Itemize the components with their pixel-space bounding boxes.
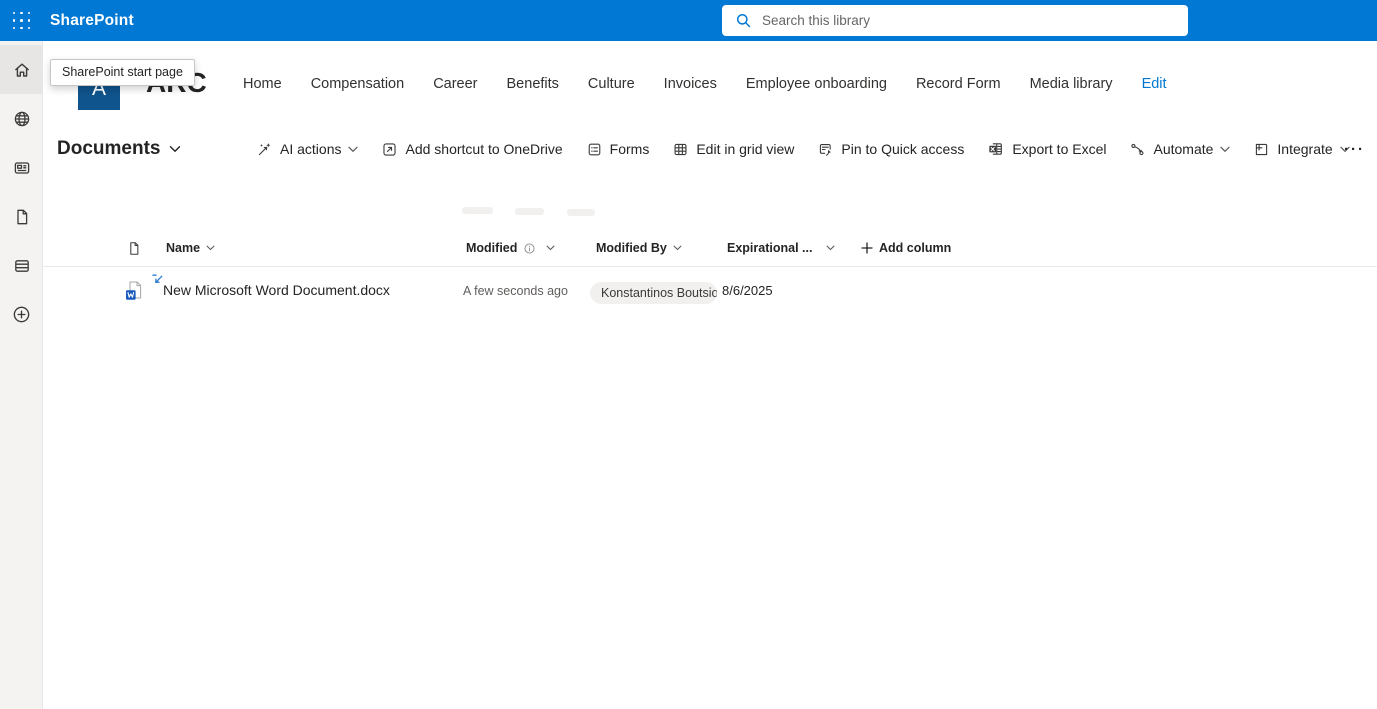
command-label: Automate	[1153, 141, 1214, 157]
nav-item-home[interactable]: Home	[243, 76, 282, 92]
rail-item-my-sites[interactable]	[0, 94, 43, 143]
person-name: Konstantinos Boutsiou	[601, 286, 717, 300]
rail-item-lists[interactable]	[0, 241, 43, 290]
home-icon	[12, 60, 32, 80]
chevron-down-icon	[1220, 146, 1231, 152]
info-icon	[524, 242, 535, 254]
create-plus-icon	[11, 304, 32, 325]
pin-quick-access-button[interactable]: Pin to Quick access	[817, 141, 964, 158]
nav-item-employee-onboarding[interactable]: Employee onboarding	[746, 76, 887, 92]
command-label: Add shortcut to OneDrive	[405, 141, 563, 157]
forms-button[interactable]: Forms	[586, 141, 650, 158]
tooltip-sharepoint-start-page: SharePoint start page	[50, 59, 195, 86]
document-icon	[12, 207, 32, 227]
rail-item-news[interactable]	[0, 143, 43, 192]
chevron-down-icon	[826, 245, 835, 251]
chevron-down-icon	[546, 245, 555, 251]
name-column-header[interactable]: Name	[166, 229, 215, 267]
lists-icon	[12, 256, 32, 276]
add-shortcut-onedrive-button[interactable]: Add shortcut to OneDrive	[381, 141, 563, 158]
command-label: Edit in grid view	[696, 141, 795, 157]
modified-value: A few seconds ago	[463, 284, 568, 298]
automate-icon	[1129, 141, 1146, 158]
expirational-value: 8/6/2025	[722, 283, 773, 298]
command-menu: AI actions Add shortcut to OneDrive Form…	[256, 127, 1350, 171]
news-icon	[12, 158, 32, 178]
rail-item-home[interactable]	[0, 45, 43, 94]
file-name[interactable]: New Microsoft Word Document.docx	[163, 282, 390, 298]
nav-item-invoices[interactable]: Invoices	[664, 76, 717, 92]
nav-item-compensation[interactable]: Compensation	[311, 76, 405, 92]
edit-grid-view-button[interactable]: Edit in grid view	[672, 141, 794, 158]
library-title: Documents	[57, 138, 161, 159]
file-type-column-header[interactable]	[126, 229, 142, 267]
document-row[interactable]: New Microsoft Word Document.docx A few s…	[43, 267, 1377, 315]
file-icon	[130, 241, 139, 255]
search-icon	[735, 12, 752, 29]
nav-item-benefits[interactable]: Benefits	[507, 76, 559, 92]
ai-sparkle-icon	[256, 141, 273, 158]
search-input[interactable]	[762, 5, 1188, 36]
globe-icon	[12, 109, 32, 129]
command-label: AI actions	[280, 141, 342, 157]
command-label: Export to Excel	[1012, 141, 1107, 157]
nav-item-culture[interactable]: Culture	[588, 76, 635, 92]
loading-pill	[567, 209, 595, 216]
nav-item-media-library[interactable]: Media library	[1030, 76, 1113, 92]
more-commands-button[interactable]: ···	[1344, 127, 1365, 171]
expirational-column-header[interactable]: Expirational ...	[727, 229, 835, 267]
sharepoint-brand-link[interactable]: SharePoint	[50, 0, 134, 41]
sharepoint-library-page: SharePoint Search this library A Home Co…	[0, 0, 1377, 709]
site-header: A ARC Home Compensation Career Benefits …	[43, 41, 1377, 127]
nav-edit-link[interactable]: Edit	[1142, 76, 1167, 92]
chevron-down-icon	[206, 245, 215, 251]
add-column-button[interactable]: Add column	[861, 229, 951, 267]
library-search-box[interactable]	[722, 5, 1188, 36]
nav-item-career[interactable]: Career	[433, 76, 477, 92]
integrate-icon	[1253, 141, 1270, 158]
modified-by-column-header[interactable]: Modified By	[596, 229, 682, 267]
pin-icon	[817, 141, 834, 158]
loading-pill	[462, 207, 493, 214]
rail-item-pages[interactable]	[0, 192, 43, 241]
library-title-dropdown[interactable]: Documents	[57, 127, 181, 171]
word-file-icon	[123, 280, 144, 302]
automate-button[interactable]: Automate	[1129, 141, 1231, 158]
rail-item-create[interactable]	[0, 290, 43, 339]
ai-actions-button[interactable]: AI actions	[256, 141, 359, 158]
plus-icon	[861, 242, 873, 254]
document-list-header: Name Modified Modified By Expirational .…	[43, 229, 1377, 267]
waffle-icon	[12, 11, 32, 31]
command-label: Integrate	[1277, 141, 1333, 157]
chevron-down-icon	[673, 245, 682, 251]
nav-item-record-form[interactable]: Record Form	[916, 76, 1001, 92]
command-label: Pin to Quick access	[841, 141, 965, 157]
forms-icon	[586, 141, 603, 158]
loading-pill	[515, 208, 544, 215]
add-shortcut-icon	[381, 141, 398, 158]
left-app-rail	[0, 41, 43, 709]
chevron-down-icon	[170, 146, 181, 152]
site-navigation: Home Compensation Career Benefits Cultur…	[243, 41, 1167, 127]
chevron-down-icon	[348, 146, 359, 152]
modified-by-person-pill[interactable]: Konstantinos Boutsiou	[590, 282, 717, 304]
excel-icon	[987, 140, 1005, 158]
integrate-button[interactable]: Integrate	[1253, 141, 1350, 158]
command-bar: Documents AI actions Add shortcut to One…	[43, 127, 1377, 171]
modified-column-header[interactable]: Modified	[466, 229, 555, 267]
command-label: Forms	[609, 141, 650, 157]
export-to-excel-button[interactable]: Export to Excel	[987, 140, 1106, 158]
grid-icon	[672, 141, 689, 158]
app-launcher-button[interactable]	[0, 0, 43, 41]
suite-top-bar: SharePoint	[0, 0, 1377, 41]
